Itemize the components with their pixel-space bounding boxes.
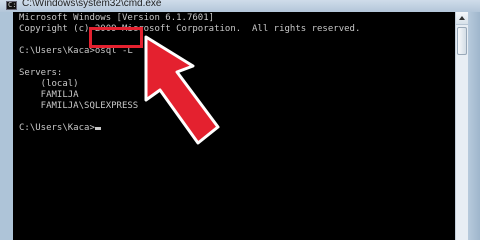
server-item: FAMILJA	[19, 90, 79, 100]
console-line: Microsoft Windows [Version 6.1.7601]	[19, 13, 215, 23]
server-item: FAMILJA\SQLEXPRESS	[19, 101, 139, 111]
window-frame-right	[468, 12, 480, 240]
server-item: (local)	[19, 79, 79, 89]
cmd-window: C: C:\Windows\system32\cmd.exe Microsoft…	[0, 0, 480, 240]
scroll-up-arrow-icon[interactable]	[456, 12, 468, 25]
text-cursor	[94, 127, 101, 130]
console-prompt: C:\Users\Kaca>	[19, 123, 95, 133]
console-area[interactable]: Microsoft Windows [Version 6.1.7601] Cop…	[13, 12, 455, 240]
scroll-thumb[interactable]	[457, 27, 467, 55]
command-highlight-box	[89, 27, 143, 48]
title-bar[interactable]: C: C:\Windows\system32\cmd.exe	[0, 0, 480, 12]
console-icon: C:	[6, 1, 17, 10]
vertical-scrollbar[interactable]	[455, 12, 468, 240]
console-output: Microsoft Windows [Version 6.1.7601] Cop…	[19, 13, 360, 134]
window-title: C:\Windows\system32\cmd.exe	[22, 0, 162, 9]
console-line: Servers:	[19, 68, 63, 78]
console-line: Copyright (c) 2009 Microsoft Corporation…	[19, 24, 361, 34]
